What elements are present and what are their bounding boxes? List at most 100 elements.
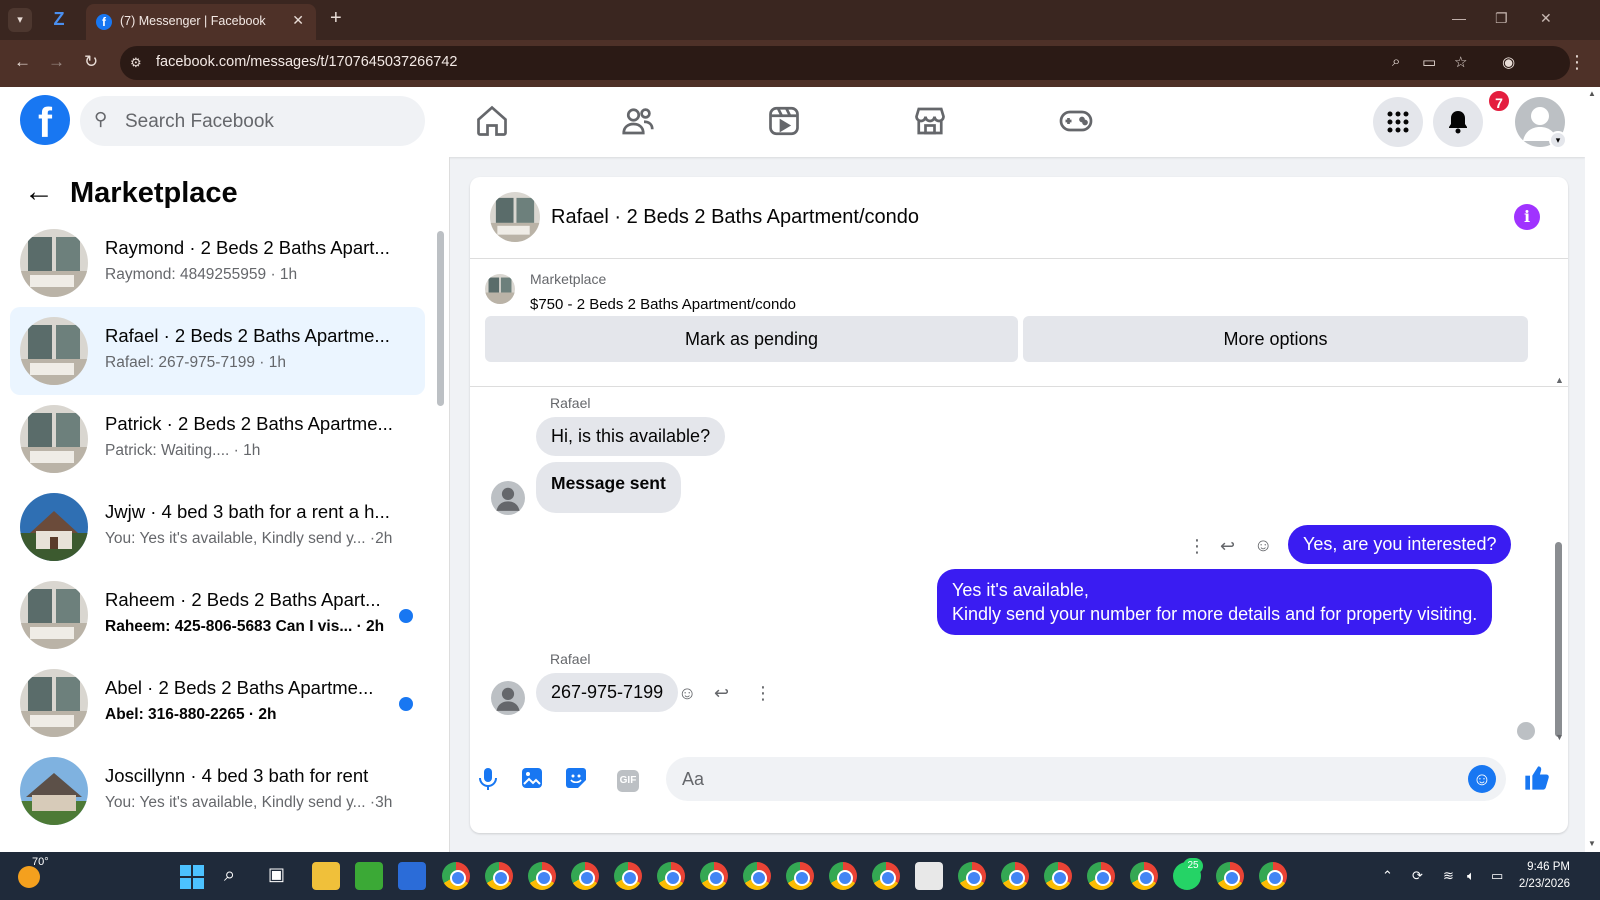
back-icon[interactable]: ← xyxy=(14,52,31,72)
sidebar-scrollbar[interactable] xyxy=(436,219,444,849)
store-icon[interactable] xyxy=(398,862,426,890)
extension-icon[interactable]: Z xyxy=(48,9,70,31)
notifications-button[interactable] xyxy=(1433,97,1483,147)
browser-tab-messenger[interactable]: f (7) Messenger | Facebook ✕ xyxy=(86,4,316,40)
conversation-item[interactable]: Raymond · 2 Beds 2 Baths Apart... Raymon… xyxy=(10,219,425,307)
marketplace-icon[interactable] xyxy=(912,103,952,139)
chrome-icon[interactable] xyxy=(657,862,685,890)
document-app-icon[interactable] xyxy=(915,862,943,890)
chrome-icon[interactable] xyxy=(571,862,599,890)
listing-name[interactable]: $750 - 2 Beds 2 Baths Apartment/condo xyxy=(530,296,796,313)
taskbar-search-icon[interactable]: ⌕ xyxy=(224,864,235,887)
outgoing-message[interactable]: Yes it's available, Kindly send your num… xyxy=(937,569,1493,635)
windows-start-icon[interactable] xyxy=(180,865,204,889)
site-info-icon[interactable]: ⚙ xyxy=(130,55,142,71)
reply-icon[interactable]: ↩ xyxy=(1220,536,1235,557)
restore-icon[interactable]: ❐ xyxy=(1495,10,1508,27)
message-input[interactable]: Aa ☺ xyxy=(666,757,1506,801)
back-arrow-icon[interactable]: ← xyxy=(24,175,54,209)
tray-chevron-up-icon[interactable]: ⌃ xyxy=(1382,868,1393,884)
gif-icon[interactable]: GIF xyxy=(617,770,639,792)
chrome-icon[interactable] xyxy=(1044,862,1072,890)
search-input[interactable]: ⚲ Search Facebook xyxy=(80,96,425,146)
browser-menu-icon[interactable]: ⋮ xyxy=(1568,52,1586,73)
chrome-icon[interactable] xyxy=(743,862,771,890)
thumbs-up-icon[interactable] xyxy=(1523,764,1551,799)
address-bar[interactable]: ⚙ facebook.com/messages/t/17076450372667… xyxy=(120,46,1570,80)
chrome-icon[interactable] xyxy=(1259,862,1287,890)
gaming-icon[interactable] xyxy=(1058,103,1098,139)
minimize-icon[interactable]: — xyxy=(1452,10,1466,26)
chat-scrollbar[interactable]: ▲ ▼ xyxy=(1555,375,1565,757)
more-actions-icon[interactable]: ⋮ xyxy=(1188,536,1206,557)
cast-icon[interactable]: ▭ xyxy=(1422,53,1436,71)
system-clock[interactable]: 9:46 PM 2/23/2026 xyxy=(1519,859,1570,893)
chrome-icon[interactable] xyxy=(829,862,857,890)
chrome-icon[interactable] xyxy=(1130,862,1158,890)
chat-title[interactable]: Rafael · 2 Beds 2 Baths Apartment/condo xyxy=(551,206,919,229)
conversation-item[interactable]: Rafael · 2 Beds 2 Baths Apartme... Rafae… xyxy=(10,307,425,395)
chat-header: Rafael · 2 Beds 2 Baths Apartment/condo … xyxy=(470,177,1568,259)
chrome-icon[interactable] xyxy=(614,862,642,890)
photo-icon[interactable] xyxy=(518,767,546,795)
microphone-icon[interactable] xyxy=(474,767,502,795)
chrome-icon[interactable] xyxy=(1001,862,1029,890)
listing-thumbnail xyxy=(20,757,88,825)
zoom-icon[interactable]: ⌕ xyxy=(1392,53,1400,70)
new-tab-icon[interactable]: + xyxy=(330,7,342,30)
account-avatar[interactable]: ▾ xyxy=(1515,97,1567,149)
tab-search-dropdown-icon[interactable]: ▾ xyxy=(8,8,32,32)
reload-icon[interactable]: ↻ xyxy=(84,52,98,72)
page-scrollbar[interactable]: ▲ ▼ xyxy=(1585,87,1600,852)
conversation-item[interactable]: Jwjw · 4 bed 3 bath for a rent a h... Yo… xyxy=(10,483,425,571)
outgoing-message[interactable]: Yes, are you interested? xyxy=(1288,525,1512,564)
forward-icon[interactable]: → xyxy=(48,52,65,72)
window-close-icon[interactable]: ✕ xyxy=(1540,10,1552,27)
task-view-icon[interactable]: ▣ xyxy=(268,864,285,885)
facebook-logo-icon[interactable]: f xyxy=(20,95,70,146)
volume-icon[interactable]: 🔈︎ xyxy=(1467,868,1475,884)
chrome-icon[interactable] xyxy=(872,862,900,890)
info-icon[interactable]: i xyxy=(1514,204,1540,230)
conversation-item[interactable]: Abel · 2 Beds 2 Baths Apartme... Abel: 3… xyxy=(10,659,425,747)
chrome-icon[interactable] xyxy=(485,862,513,890)
chrome-icon[interactable] xyxy=(700,862,728,890)
friends-icon[interactable] xyxy=(620,103,660,139)
wifi-icon[interactable]: ≋ xyxy=(1443,868,1454,884)
chrome-icon[interactable] xyxy=(786,862,814,890)
react-emoji-icon[interactable]: ☺ xyxy=(678,683,696,704)
profile-icon[interactable]: ◉ xyxy=(1502,53,1515,71)
react-emoji-icon[interactable]: ☺ xyxy=(1254,535,1272,556)
chrome-icon[interactable] xyxy=(1087,862,1115,890)
conversation-item[interactable]: Patrick · 2 Beds 2 Baths Apartme... Patr… xyxy=(10,395,425,483)
chevron-down-icon: ▾ xyxy=(1549,131,1567,149)
sticker-icon[interactable] xyxy=(562,767,590,795)
incoming-message[interactable]: 267-975-7199 xyxy=(536,673,679,712)
conversation-item[interactable]: Raheem · 2 Beds 2 Baths Apart... Raheem:… xyxy=(10,571,425,659)
conversation-name: Abel · 2 Beds 2 Baths Apartme... xyxy=(105,677,374,698)
spreadsheet-app-icon[interactable] xyxy=(355,862,383,890)
chrome-icon[interactable] xyxy=(528,862,556,890)
battery-icon[interactable]: ▭ xyxy=(1491,868,1503,884)
search-placeholder: Search Facebook xyxy=(125,111,274,132)
file-explorer-icon[interactable] xyxy=(312,862,340,890)
chrome-icon[interactable] xyxy=(958,862,986,890)
chrome-icon[interactable] xyxy=(1216,862,1244,890)
menu-grid-icon[interactable] xyxy=(1373,97,1423,147)
chat-listing-thumbnail[interactable] xyxy=(490,192,540,242)
listing-thumbnail xyxy=(20,669,88,737)
video-icon[interactable] xyxy=(766,103,806,139)
emoji-icon[interactable]: ☺ xyxy=(1468,765,1496,793)
conversation-item[interactable]: Joscillynn · 4 bed 3 bath for rent You: … xyxy=(10,747,425,835)
home-icon[interactable] xyxy=(474,103,514,139)
tab-close-icon[interactable]: ✕ xyxy=(292,12,304,29)
bookmark-star-icon[interactable]: ☆ xyxy=(1454,53,1467,71)
incoming-message[interactable]: Message sent xyxy=(536,462,681,513)
more-options-button[interactable]: More options xyxy=(1023,316,1528,362)
more-actions-icon[interactable]: ⋮ xyxy=(754,683,772,704)
incoming-message[interactable]: Hi, is this available? xyxy=(536,417,726,456)
chrome-icon[interactable] xyxy=(442,862,470,890)
mark-as-pending-button[interactable]: Mark as pending xyxy=(485,316,1018,362)
tray-sync-icon[interactable]: ⟳ xyxy=(1412,868,1423,884)
reply-icon[interactable]: ↩ xyxy=(714,683,729,704)
